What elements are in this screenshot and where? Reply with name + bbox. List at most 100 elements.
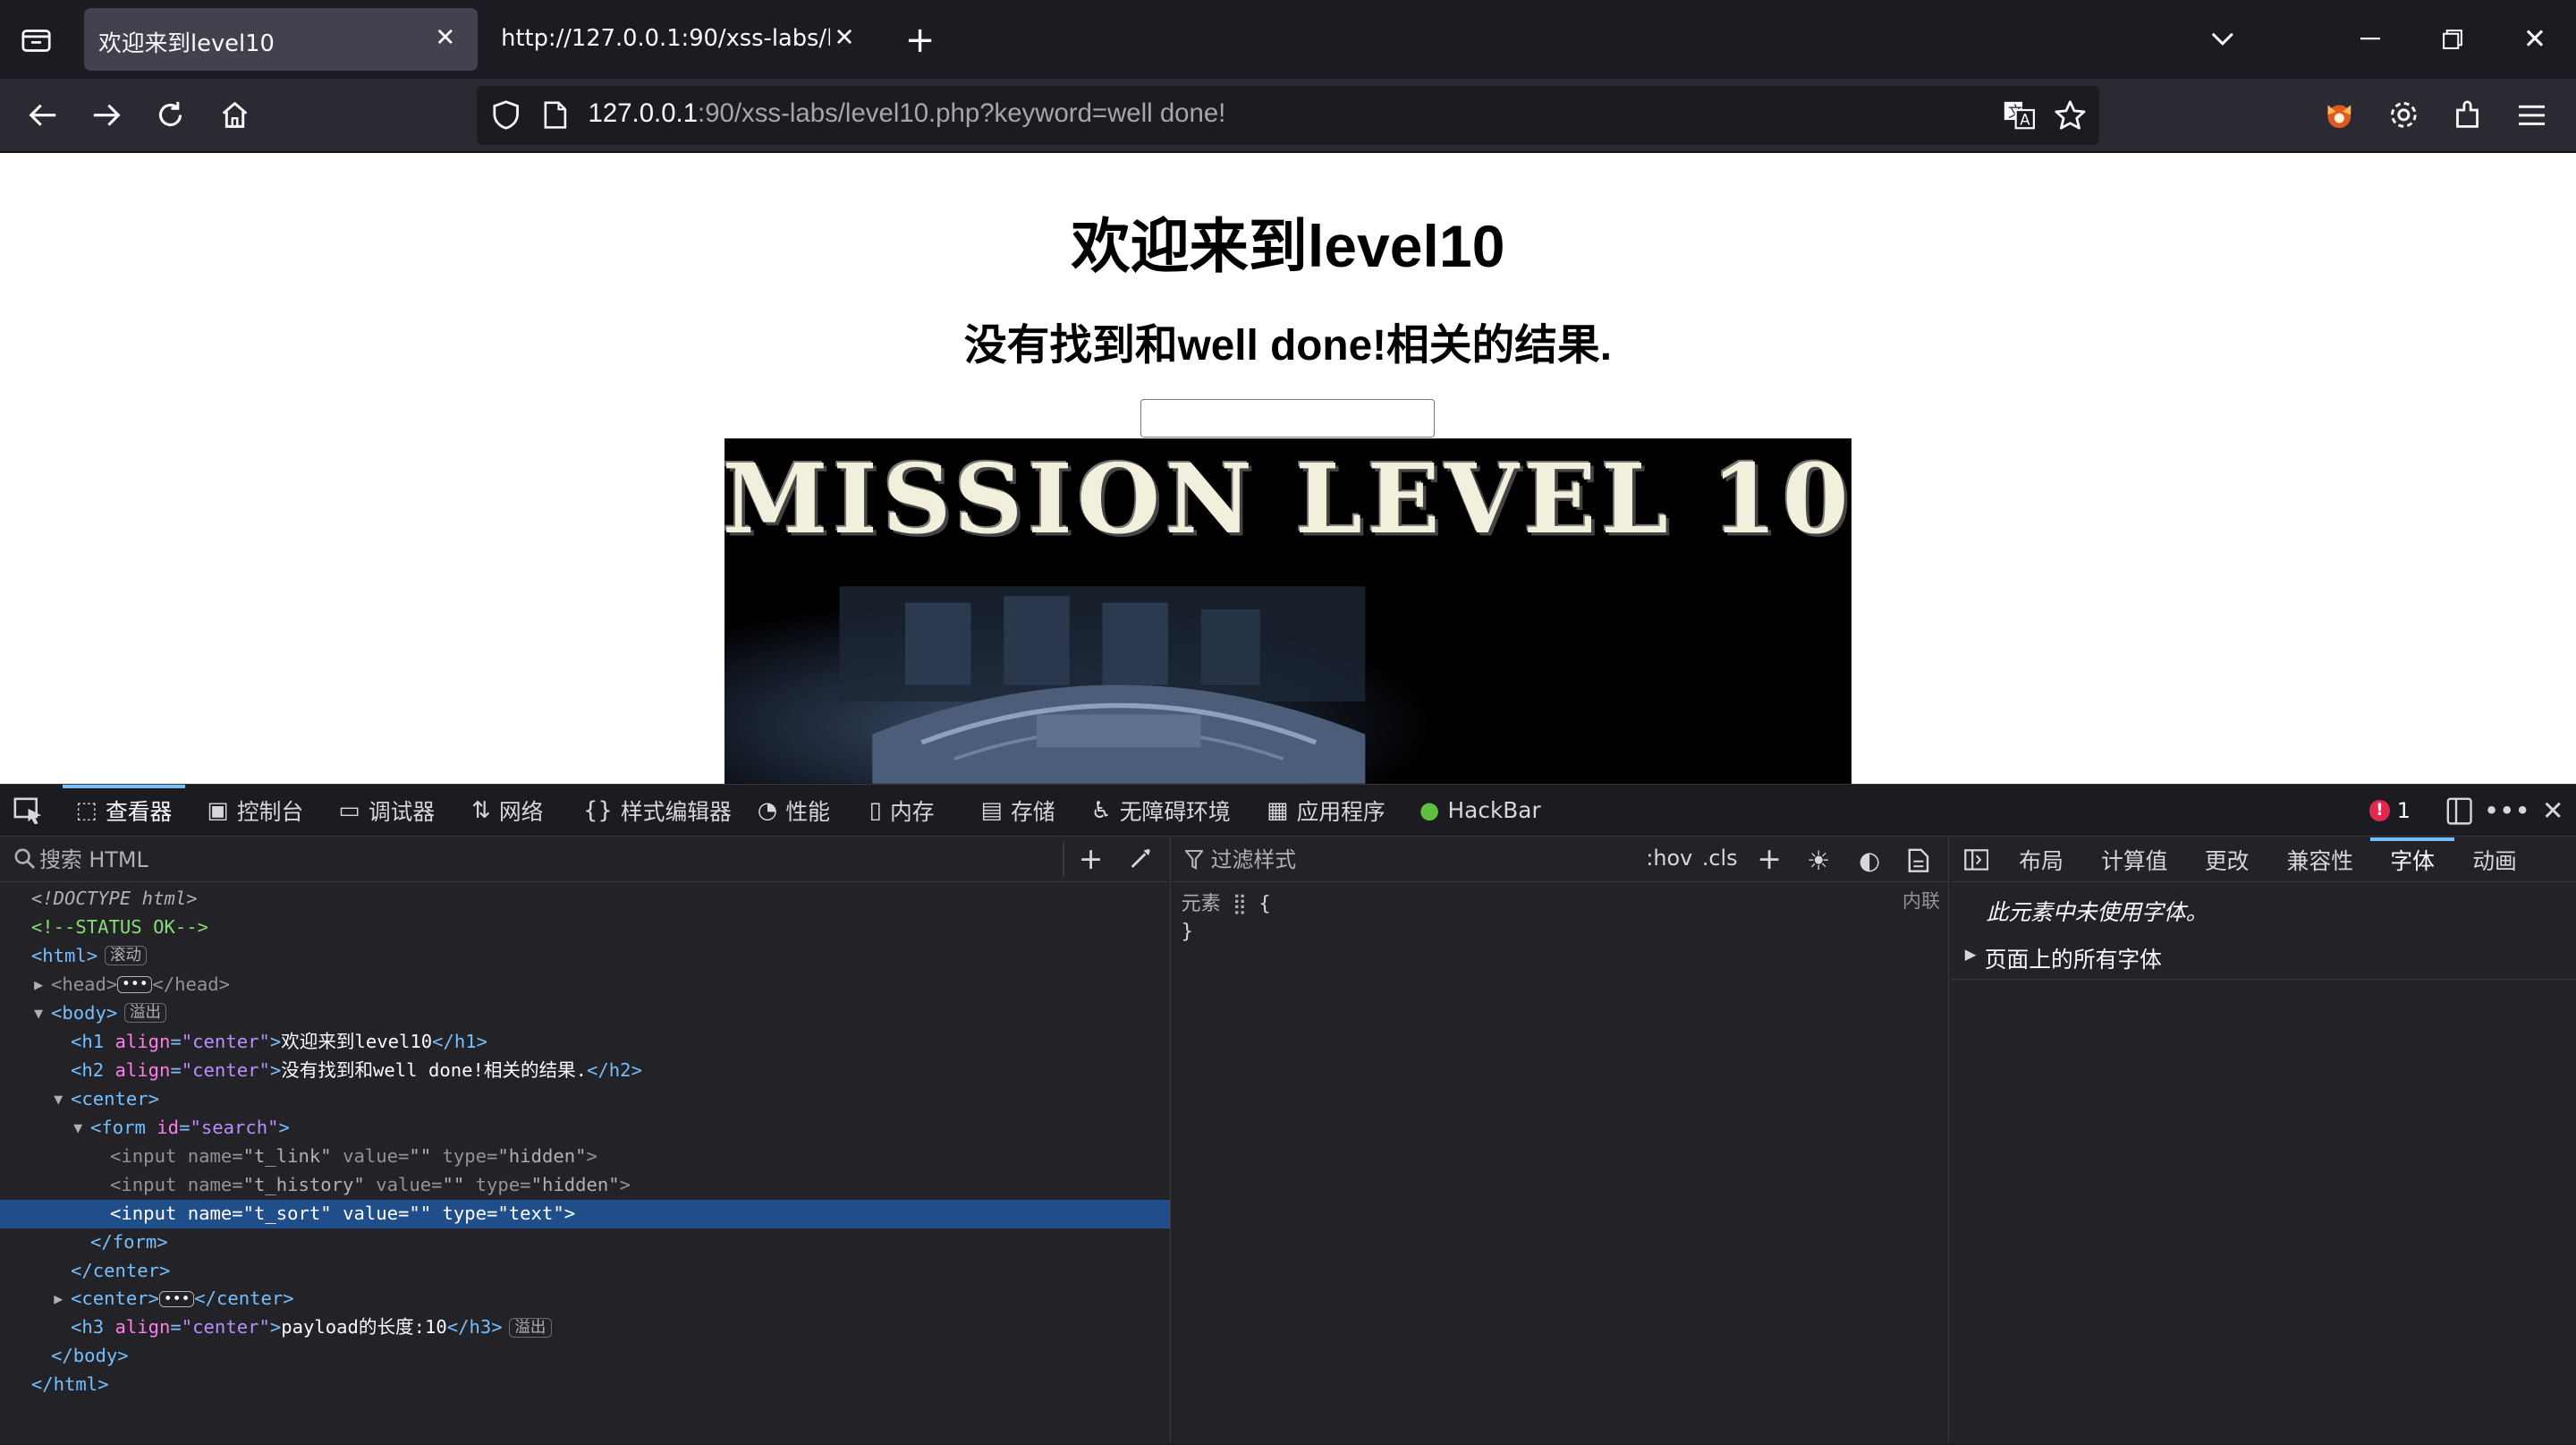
home-icon[interactable] bbox=[212, 92, 258, 138]
collapsed-content-icon[interactable]: ••• bbox=[117, 976, 153, 993]
devtools-panel: ⬚ 查看器 ▣ 控制台 ▭ 调试器 ⇅ 网络 {} 样式编辑器 ◔ 性能 ▯ 内存 ▤ 存储 ♿… bbox=[0, 784, 2576, 1445]
rules-view: :hov .cls + ☀ ◐ 元素 ⣿ { } 内联 bbox=[1171, 837, 1950, 1445]
hov-toggle[interactable]: :hov bbox=[1646, 846, 1692, 871]
tab-storage[interactable]: ▤ 存储 bbox=[981, 785, 1055, 836]
tree-node-html[interactable]: <html> 滚动 bbox=[0, 942, 1170, 971]
close-tab-icon[interactable]: ✕ bbox=[428, 21, 462, 55]
tab-memory[interactable]: ▯ 内存 bbox=[869, 785, 935, 836]
tree-node-comment[interactable]: <!--STATUS OK--> bbox=[0, 914, 1170, 942]
close-window-icon[interactable]: ✕ bbox=[2507, 13, 2563, 66]
tab-application[interactable]: ▦ 应用程序 bbox=[1267, 785, 1385, 836]
tree-node-h3[interactable]: <h3 align="center">payload的长度:10</h3> 溢出 bbox=[0, 1313, 1170, 1342]
tree-node-form[interactable]: ▼ <form id="search"> bbox=[0, 1114, 1170, 1143]
shield-icon[interactable] bbox=[489, 98, 522, 132]
tab-label: 无障碍环境 bbox=[1119, 798, 1231, 825]
tab-computed[interactable]: 计算值 bbox=[2101, 837, 2167, 882]
style-editor-icon: {} bbox=[583, 796, 613, 824]
tree-node-body-close[interactable]: </body> bbox=[0, 1342, 1170, 1371]
collapse-icon[interactable]: ▼ bbox=[31, 999, 47, 1028]
responsive-design-icon[interactable] bbox=[2443, 795, 2476, 828]
tab-debugger[interactable]: ▭ 调试器 bbox=[338, 785, 435, 836]
tree-node-doctype[interactable]: <!DOCTYPE html> bbox=[0, 885, 1170, 914]
light-scheme-icon[interactable]: ☀ bbox=[1802, 844, 1835, 877]
gear-icon[interactable] bbox=[2380, 92, 2426, 138]
extension-fox-icon[interactable] bbox=[2317, 92, 2362, 138]
tab-list-icon[interactable] bbox=[16, 20, 55, 59]
url-bar[interactable]: 127.0.0.1:90/xss-labs/level10.php?keywor… bbox=[476, 85, 2100, 145]
collapse-icon[interactable]: ▼ bbox=[71, 1114, 86, 1143]
tab-compatibility[interactable]: 兼容性 bbox=[2287, 837, 2353, 882]
page-icon[interactable] bbox=[538, 98, 572, 132]
tab-label: 控制台 bbox=[236, 798, 304, 825]
expand-icon[interactable]: ▶ bbox=[1963, 946, 1979, 963]
tab-network[interactable]: ⇅ 网络 bbox=[471, 785, 543, 836]
add-node-icon[interactable]: + bbox=[1074, 841, 1107, 876]
tab-style-editor[interactable]: {} 样式编辑器 bbox=[583, 785, 732, 836]
tree-node-head[interactable]: ▶ <head> ••• </head> bbox=[0, 971, 1170, 999]
tree-node-form-close[interactable]: </form> bbox=[0, 1228, 1170, 1257]
new-tab-icon[interactable]: + bbox=[897, 16, 943, 62]
keyword-input[interactable] bbox=[1140, 399, 1435, 438]
tab-hackbar[interactable]: ● HackBar bbox=[1419, 785, 1541, 836]
collapse-icon[interactable]: ▼ bbox=[51, 1085, 66, 1114]
grid-icon: ⣿ bbox=[1232, 892, 1248, 915]
tab-level-url[interactable]: http://127.0.0.1:90/xss-labs/level ✕ bbox=[487, 8, 877, 71]
tab-accessibility[interactable]: ♿ 无障碍环境 bbox=[1091, 785, 1231, 836]
all-fonts-section[interactable]: ▶ 页面上的所有字体 bbox=[1950, 932, 2576, 980]
tree-node-center[interactable]: ▼ <center> bbox=[0, 1085, 1170, 1114]
tab-changes[interactable]: 更改 bbox=[2205, 837, 2250, 882]
menu-icon[interactable] bbox=[2509, 92, 2555, 138]
tree-node-input-t-link[interactable]: <input name="t_link" value="" type="hidd… bbox=[0, 1143, 1170, 1171]
filter-styles-input[interactable] bbox=[1210, 846, 1622, 874]
tree-node-input-t-history[interactable]: <input name="t_history" value="" type="h… bbox=[0, 1171, 1170, 1200]
tab-fonts[interactable]: 字体 bbox=[2370, 837, 2454, 882]
markup-view: + <!DOCTYPE html> <!--STATUS OK--> <html… bbox=[0, 837, 1171, 1445]
tab-level10[interactable]: 欢迎来到level10 ✕ bbox=[83, 8, 479, 71]
translate-icon[interactable]: 文A bbox=[2001, 97, 2037, 132]
close-tab-icon[interactable]: ✕ bbox=[828, 21, 861, 55]
scroll-badge[interactable]: 滚动 bbox=[104, 946, 148, 966]
eyedropper-icon[interactable] bbox=[1125, 844, 1155, 873]
debugger-icon: ▭ bbox=[338, 796, 360, 824]
reload-icon[interactable] bbox=[148, 92, 193, 138]
overflow-badge[interactable]: 溢出 bbox=[508, 1317, 552, 1338]
cls-toggle[interactable]: .cls bbox=[1702, 846, 1738, 871]
more-options-icon[interactable]: ••• bbox=[2484, 795, 2530, 828]
tree-node-html-close[interactable]: </html> bbox=[0, 1371, 1170, 1399]
rules-toolbar: :hov .cls + ☀ ◐ bbox=[1171, 837, 1949, 883]
tree-node-h2[interactable]: <h2 align="center">没有找到和well done!相关的结果.… bbox=[0, 1057, 1170, 1085]
tab-animations[interactable]: 动画 bbox=[2472, 837, 2517, 882]
close-devtools-icon[interactable]: ✕ bbox=[2538, 795, 2568, 828]
element-picker-icon[interactable] bbox=[12, 796, 45, 826]
expand-icon[interactable]: ▶ bbox=[51, 1285, 66, 1313]
rule-header[interactable]: 元素 ⣿ { bbox=[1182, 890, 1271, 918]
bookmark-star-icon[interactable] bbox=[2052, 97, 2088, 132]
overflow-badge[interactable]: 溢出 bbox=[123, 1003, 167, 1024]
minimize-icon[interactable] bbox=[2343, 13, 2398, 66]
tab-performance[interactable]: ◔ 性能 bbox=[758, 785, 830, 836]
extensions-icon[interactable] bbox=[2445, 92, 2490, 138]
chevron-down-icon[interactable] bbox=[2195, 13, 2250, 66]
tree-node-h1[interactable]: <h1 align="center">欢迎来到level10</h1> bbox=[0, 1028, 1170, 1057]
tab-console[interactable]: ▣ 控制台 bbox=[207, 785, 303, 836]
html-search-input[interactable] bbox=[39, 846, 1026, 874]
tree-node-center-2[interactable]: ▶ <center> ••• </center> bbox=[0, 1285, 1170, 1313]
collapsed-content-icon[interactable]: ••• bbox=[159, 1290, 195, 1308]
expand-icon[interactable]: ▶ bbox=[31, 971, 47, 999]
restore-icon[interactable] bbox=[2425, 13, 2480, 66]
tree-node-body[interactable]: ▼ <body> 溢出 bbox=[0, 999, 1170, 1028]
print-simulation-icon[interactable] bbox=[1902, 844, 1936, 877]
tab-layout[interactable]: 布局 bbox=[2019, 837, 2063, 882]
rule-close-brace: } bbox=[1181, 920, 1193, 943]
toggle-sidebar-icon[interactable] bbox=[1962, 846, 1991, 873]
add-rule-icon[interactable]: + bbox=[1753, 841, 1786, 876]
back-icon[interactable] bbox=[20, 92, 65, 138]
tree-node-input-t-sort[interactable]: <input name="t_sort" value="" type="text… bbox=[0, 1199, 1170, 1228]
forward-icon[interactable] bbox=[84, 92, 130, 138]
element-rule: 元素 ⣿ { } bbox=[1182, 890, 1271, 946]
dark-scheme-icon[interactable]: ◐ bbox=[1853, 844, 1886, 877]
url-text[interactable]: 127.0.0.1:90/xss-labs/level10.php?keywor… bbox=[589, 98, 1226, 129]
tree-node-center-close[interactable]: </center> bbox=[0, 1257, 1170, 1286]
error-count-badge[interactable]: ! 1 bbox=[2368, 798, 2411, 823]
tab-inspector[interactable]: ⬚ 查看器 bbox=[62, 785, 185, 836]
